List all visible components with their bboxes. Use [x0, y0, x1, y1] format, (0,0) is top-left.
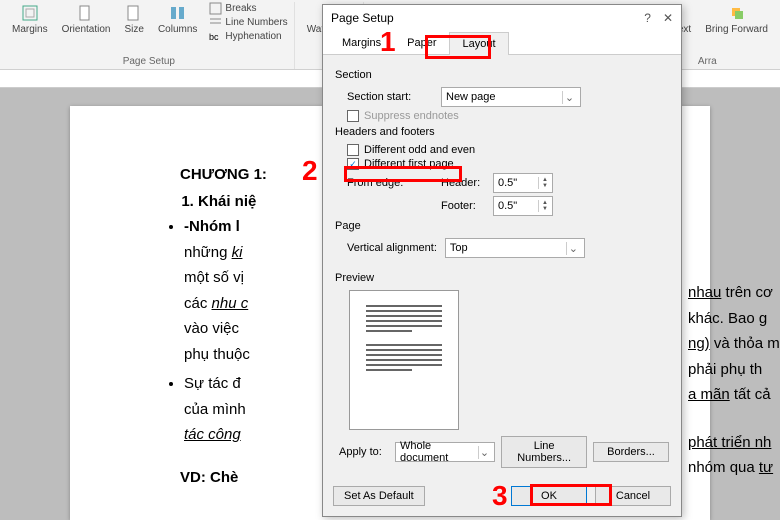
margins-icon	[21, 4, 39, 22]
help-icon[interactable]: ?	[644, 11, 651, 25]
orientation-icon	[77, 4, 95, 22]
borders-button[interactable]: Borders...	[593, 442, 669, 462]
overflow-text: nhau trên cơ khác. Bao g ng) và thỏa m p…	[688, 280, 780, 481]
dialog-titlebar: Page Setup ? ✕	[323, 5, 681, 31]
valign-select[interactable]: Top⌄	[445, 238, 585, 258]
ribbon-group-page-setup: Page Setup	[123, 54, 175, 69]
set-as-default-button[interactable]: Set As Default	[333, 486, 425, 506]
dialog-tabs: Margins Paper Layout	[323, 31, 681, 55]
line-numbers-button[interactable]: Line Numbers...	[501, 436, 587, 468]
ribbon-bring-forward-button[interactable]: Bring Forward	[703, 2, 770, 37]
preview-heading: Preview	[335, 272, 669, 284]
size-icon	[125, 4, 143, 22]
ribbon-breaks-button[interactable]: Breaks	[209, 2, 287, 15]
ok-button[interactable]: OK	[511, 486, 587, 506]
line-numbers-icon	[209, 16, 222, 29]
ribbon-orientation-button[interactable]: Orientation	[60, 2, 113, 37]
ribbon-hyphenation-button[interactable]: bcHyphenation	[209, 30, 287, 43]
apply-to-select[interactable]: Whole document⌄	[395, 442, 495, 462]
chevron-down-icon: ⌄	[566, 242, 580, 255]
section-start-label: Section start:	[347, 91, 433, 103]
bring-forward-icon	[728, 4, 746, 22]
vd-label: VD: Chè	[180, 469, 238, 486]
header-label: Header:	[441, 177, 485, 189]
ribbon-columns-button[interactable]: Columns	[156, 2, 199, 37]
different-first-page-checkbox[interactable]: ✓Different first page	[347, 158, 669, 170]
chevron-down-icon: ⌄	[478, 446, 491, 459]
columns-icon	[169, 4, 187, 22]
header-spinner[interactable]: 0.5"▲▼	[493, 173, 553, 193]
tab-layout[interactable]: Layout	[449, 32, 508, 55]
cancel-button[interactable]: Cancel	[595, 486, 671, 506]
suppress-endnotes-checkbox: Suppress endnotes	[347, 110, 669, 122]
from-edge-label: From edge:	[347, 177, 433, 189]
section-heading: Section	[335, 69, 669, 81]
chevron-down-icon: ⌄	[562, 91, 576, 104]
close-icon[interactable]: ✕	[663, 11, 673, 25]
breaks-icon	[209, 2, 222, 15]
dialog-title: Page Setup	[331, 11, 394, 25]
svg-text:bc: bc	[209, 32, 219, 42]
hyphenation-icon: bc	[209, 30, 222, 43]
ribbon-margins-button[interactable]: Margins	[10, 2, 50, 37]
footer-label: Footer:	[441, 200, 485, 212]
apply-to-label: Apply to:	[339, 446, 389, 458]
valign-label: Vertical alignment:	[347, 242, 437, 254]
section-start-select[interactable]: New page⌄	[441, 87, 581, 107]
preview-page	[349, 290, 459, 430]
ribbon-line-numbers-button[interactable]: Line Numbers	[209, 16, 287, 29]
page-heading: Page	[335, 220, 669, 232]
footer-spinner[interactable]: 0.5"▲▼	[493, 196, 553, 216]
tab-paper[interactable]: Paper	[394, 31, 449, 54]
headers-footers-heading: Headers and footers	[335, 126, 669, 138]
ribbon-group-arrange: Arra	[698, 54, 717, 69]
ribbon-size-button[interactable]: Size	[123, 2, 146, 37]
tab-margins[interactable]: Margins	[329, 31, 394, 54]
page-setup-dialog: Page Setup ? ✕ Margins Paper Layout Sect…	[322, 4, 682, 517]
different-odd-even-checkbox[interactable]: Different odd and even	[347, 144, 669, 156]
